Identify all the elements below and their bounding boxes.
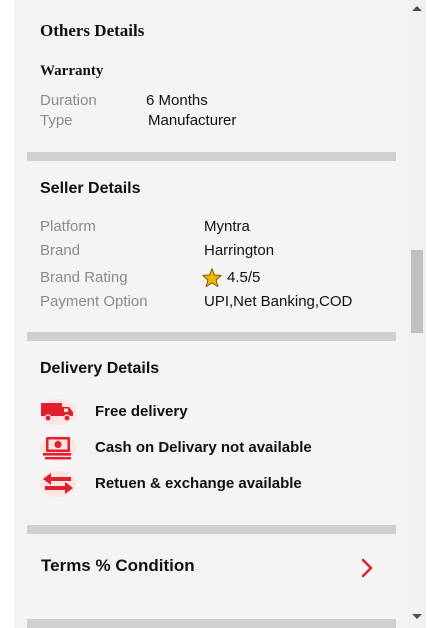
section-divider bbox=[27, 332, 396, 341]
warranty-type-value: Manufacturer bbox=[148, 112, 237, 129]
truck-icon bbox=[40, 399, 76, 425]
terms-row[interactable]: Terms % Condition bbox=[27, 534, 396, 604]
warranty-duration-label: Duration bbox=[40, 92, 97, 109]
warranty-type-label: Type bbox=[40, 112, 73, 129]
vertical-scrollbar[interactable] bbox=[409, 0, 426, 628]
platform-label: Platform bbox=[40, 218, 96, 235]
brand-value: Harrington bbox=[204, 242, 275, 259]
brand-rating-label: Brand Rating bbox=[40, 269, 128, 286]
seller-details-title: Seller Details bbox=[40, 180, 141, 197]
warranty-heading: Warranty bbox=[40, 63, 104, 79]
star-icon bbox=[202, 268, 222, 287]
section-divider bbox=[27, 525, 396, 534]
scrollbar-thumb[interactable] bbox=[411, 250, 423, 333]
cash-on-delivery-text: Cash on Delivary not available bbox=[95, 439, 312, 456]
delivery-details-title: Delivery Details bbox=[40, 360, 160, 377]
payment-option-value: UPI,Net Banking,COD bbox=[204, 293, 353, 310]
return-exchange-text: Retuen & exchange available bbox=[95, 475, 302, 492]
cash-icon bbox=[40, 435, 76, 461]
chevron-right-icon[interactable] bbox=[360, 558, 374, 578]
scroll-down-arrow[interactable] bbox=[412, 614, 422, 619]
payment-option-label: Payment Option bbox=[40, 293, 148, 310]
section-divider bbox=[27, 619, 396, 628]
warranty-duration-value: 6 Months bbox=[146, 92, 208, 109]
brand-rating-value: 4.5/5 bbox=[227, 269, 261, 286]
others-details-title: Others Details bbox=[40, 21, 145, 40]
platform-value: Myntra bbox=[204, 218, 250, 235]
exchange-icon bbox=[40, 471, 76, 497]
terms-condition-label: Terms % Condition bbox=[41, 556, 195, 575]
free-delivery-text: Free delivery bbox=[95, 403, 188, 420]
section-divider bbox=[27, 152, 396, 161]
scroll-up-arrow[interactable] bbox=[412, 6, 422, 11]
brand-label: Brand bbox=[40, 242, 81, 259]
product-details-panel: Others Details Warranty Duration 6 Month… bbox=[14, 0, 409, 628]
